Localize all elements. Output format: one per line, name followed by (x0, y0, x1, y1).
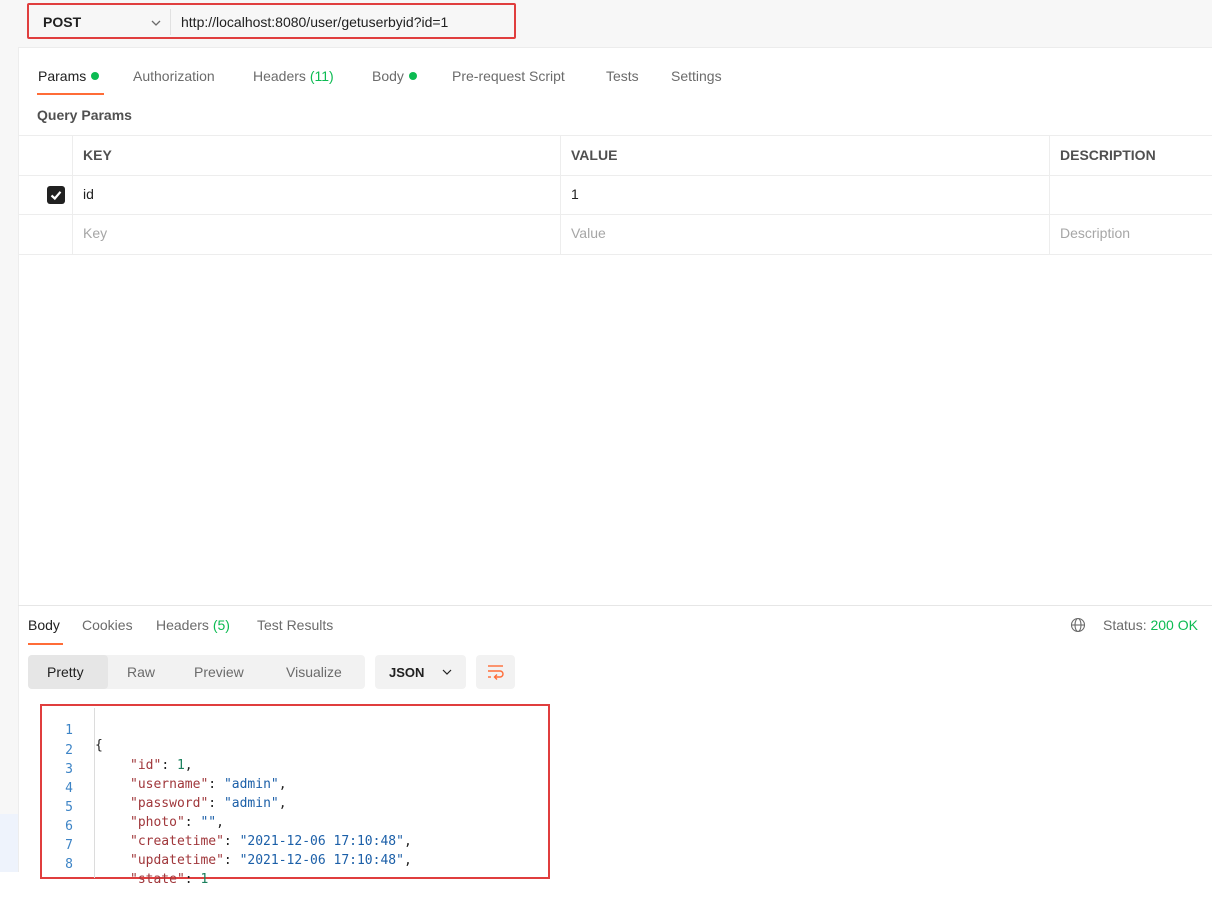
column-divider (1049, 135, 1050, 255)
tab-authorization[interactable]: Authorization (133, 68, 215, 84)
column-header-description: DESCRIPTION (1060, 147, 1156, 163)
tab-settings[interactable]: Settings (671, 68, 722, 84)
key-input-placeholder[interactable]: Key (83, 225, 107, 241)
globe-icon[interactable] (1070, 617, 1086, 633)
view-mode-selector: Pretty Raw Preview Visualize (28, 655, 365, 689)
description-input-placeholder[interactable]: Description (1060, 225, 1130, 241)
active-response-tab-indicator (28, 643, 63, 645)
status-dot (91, 72, 100, 80)
query-params-table: KEY VALUE DESCRIPTION id 1 Key Value Des… (18, 135, 1212, 255)
line-number: 8 (65, 857, 73, 872)
code-line: 8 "state": 1 (42, 842, 548, 887)
method-select[interactable]: POST (43, 14, 81, 30)
tab-tests[interactable]: Tests (606, 68, 639, 84)
tab-label: Headers (156, 617, 209, 633)
param-checkbox[interactable] (47, 186, 65, 204)
query-params-title: Query Params (37, 107, 132, 123)
sidebar-highlight (0, 814, 18, 872)
url-highlight-box: POST http://localhost:8080/user/getuserb… (27, 3, 516, 39)
wrap-lines-icon (488, 665, 504, 680)
tab-count: (5) (212, 617, 230, 633)
tab-label: Body (372, 68, 404, 84)
code-line: 7 "updatetime": "2021-12-06 17:10:48", (42, 823, 548, 868)
chevron-down-icon (442, 669, 452, 675)
request-tabs: Params Authorization Headers (11) Body P… (18, 62, 1212, 98)
column-divider (72, 135, 73, 255)
table-border (18, 214, 1212, 215)
active-tab-indicator (37, 93, 104, 95)
view-raw-button[interactable]: Raw (127, 664, 155, 680)
code-line: 3 "username": "admin", (42, 747, 548, 792)
tab-body[interactable]: Body (372, 68, 417, 84)
method-divider (170, 9, 171, 35)
format-dropdown[interactable]: JSON (375, 655, 466, 689)
chevron-down-icon[interactable] (149, 16, 163, 30)
tab-label: Headers (253, 68, 306, 84)
response-tab-headers[interactable]: Headers (5) (156, 617, 230, 633)
json-value: 1 (200, 872, 209, 887)
column-divider (560, 135, 561, 255)
tab-params[interactable]: Params (38, 68, 100, 84)
response-body-viewer[interactable]: 1 { 2 "id": 1, 3 "username": "admin", 4 … (40, 704, 550, 887)
tab-pre-request-script[interactable]: Pre-request Script (452, 68, 565, 84)
param-value[interactable]: 1 (571, 186, 579, 202)
tab-headers[interactable]: Headers (11) (253, 68, 334, 84)
response-tab-body[interactable]: Body (28, 617, 60, 633)
request-url-bar: POST http://localhost:8080/user/getuserb… (18, 0, 1212, 48)
checkmark-icon (50, 191, 62, 201)
column-header-key: KEY (83, 147, 112, 163)
code-content: "state": 1 (130, 872, 209, 887)
response-status: Status: 200 OK (1103, 617, 1198, 633)
status-dot (408, 72, 417, 80)
param-key[interactable]: id (83, 186, 94, 202)
wrap-lines-button[interactable] (476, 655, 515, 689)
column-header-value: VALUE (571, 147, 618, 163)
left-sidebar-strip (0, 0, 19, 872)
code-line: 1 { (42, 708, 548, 753)
json-key: "state" (130, 872, 185, 887)
response-tab-cookies[interactable]: Cookies (82, 617, 133, 633)
value-input-placeholder[interactable]: Value (571, 225, 606, 241)
response-divider[interactable] (18, 605, 1212, 606)
view-pretty-button[interactable]: Pretty (47, 664, 84, 680)
view-preview-button[interactable]: Preview (194, 664, 244, 680)
code-line: 5 "photo": "", (42, 785, 548, 830)
table-border (18, 135, 1212, 136)
format-label: JSON (389, 665, 425, 680)
code-line: 6 "createtime": "2021-12-06 17:10:48", (42, 804, 548, 849)
table-border (18, 175, 1212, 176)
response-tab-test-results[interactable]: Test Results (257, 617, 333, 633)
code-line: 4 "password": "admin", (42, 766, 548, 811)
status-value: 200 OK (1150, 617, 1198, 633)
view-visualize-button[interactable]: Visualize (286, 664, 342, 680)
tab-label: Params (38, 68, 87, 84)
url-input[interactable]: http://localhost:8080/user/getuserbyid?i… (181, 14, 448, 30)
status-label: Status: (1103, 617, 1147, 633)
code-line: 2 "id": 1, (42, 728, 548, 773)
tab-count: (11) (309, 68, 334, 84)
table-border (18, 254, 1212, 255)
